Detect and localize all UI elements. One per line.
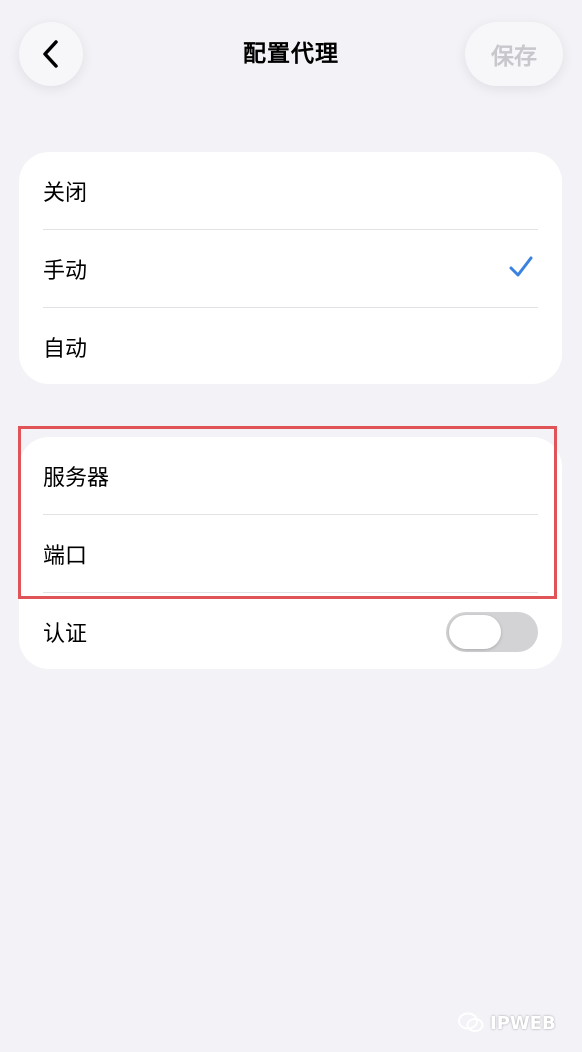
auth-row: 认证 — [19, 593, 562, 669]
mode-option-label: 关闭 — [43, 180, 88, 206]
mode-option-auto[interactable]: 自动 — [19, 308, 562, 384]
mode-option-manual[interactable]: 手动 — [19, 230, 562, 307]
wechat-logo-icon — [458, 1012, 484, 1032]
proxy-settings-list: 服务器 端口 认证 — [19, 437, 562, 669]
watermark-text: IPWEB — [490, 1012, 556, 1034]
checkmark-icon — [509, 256, 533, 277]
auth-label: 认证 — [43, 621, 88, 647]
toggle-knob — [449, 615, 501, 649]
proxy-mode-list: 关闭 手动 自动 — [19, 152, 562, 384]
port-label: 端口 — [43, 543, 88, 569]
server-field[interactable]: 服务器 — [19, 437, 562, 514]
watermark: IPWEB — [458, 1012, 556, 1034]
mode-option-label: 手动 — [43, 258, 88, 284]
mode-option-label: 自动 — [43, 336, 88, 362]
server-label: 服务器 — [43, 465, 110, 491]
mode-option-off[interactable]: 关闭 — [19, 152, 562, 229]
port-field[interactable]: 端口 — [19, 515, 562, 592]
auth-toggle[interactable] — [446, 612, 538, 652]
save-button[interactable]: 保存 — [465, 22, 563, 86]
